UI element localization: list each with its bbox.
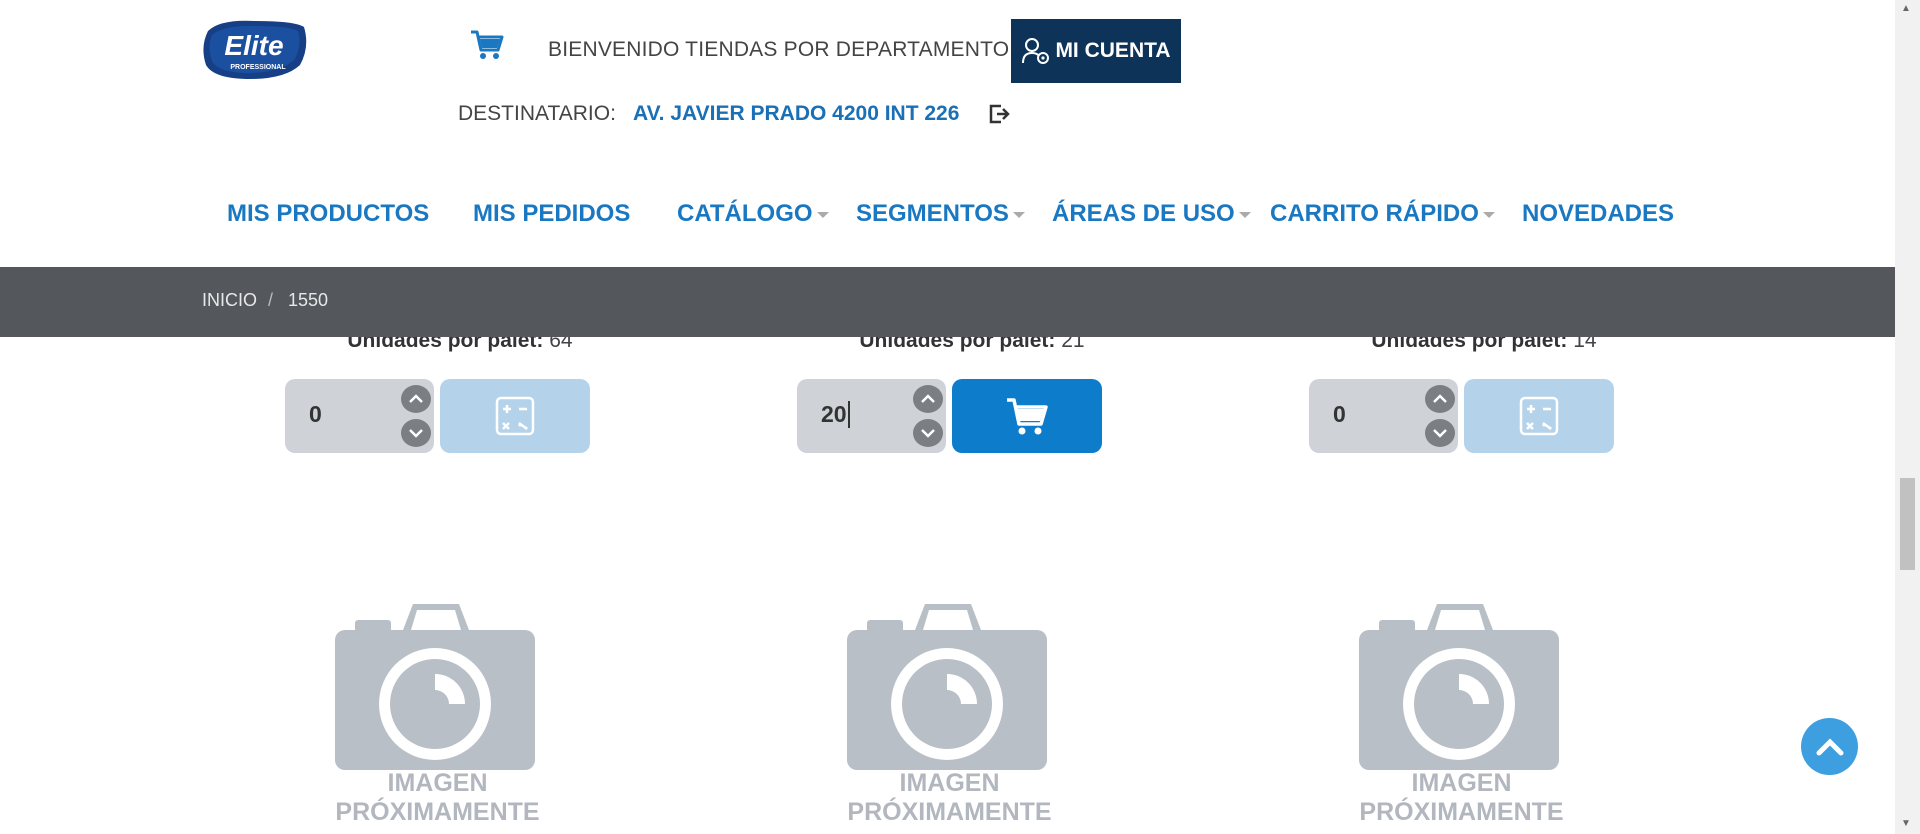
camera-placeholder-icon	[847, 604, 1047, 770]
quantity-input[interactable]: 0	[1333, 401, 1346, 428]
vertical-scrollbar[interactable]: ▲ ▼	[1895, 0, 1920, 834]
nav-label: CARRITO RÁPIDO	[1270, 200, 1479, 227]
scrollbar-thumb[interactable]	[1900, 478, 1915, 570]
my-account-label: MI CUENTA	[1055, 39, 1171, 62]
user-settings-icon	[1022, 38, 1050, 64]
main-navigation: MIS PRODUCTOS MIS PEDIDOS CATÁLOGO SEGME…	[0, 200, 1895, 246]
scroll-down-arrow-icon[interactable]: ▼	[1901, 818, 1911, 829]
camera-placeholder-icon	[335, 604, 535, 770]
chevron-down-icon	[1012, 211, 1025, 218]
pallet-units-text: Unidades por palet: 14	[1224, 337, 1744, 353]
breadcrumb-home[interactable]: INICIO	[202, 290, 257, 311]
image-coming-soon-text: IMAGEN PRÓXIMAMENTE	[285, 769, 590, 827]
nav-label: ÁREAS DE USO	[1052, 200, 1235, 227]
recipient-address-link[interactable]: AV. JAVIER PRADO 4200 INT 226	[633, 102, 959, 126]
product-grid: Unidades por palet: 64 0 IMAGEN PRÓXIMAM…	[0, 337, 1895, 834]
image-coming-soon-line1: IMAGEN	[387, 769, 488, 797]
camera-placeholder-icon	[1359, 604, 1559, 770]
chevron-up-icon[interactable]	[401, 385, 431, 413]
nav-segmentos[interactable]: SEGMENTOS	[856, 200, 1025, 228]
calculator-button[interactable]	[1464, 379, 1614, 453]
pallet-units-text: Unidades por palet: 64	[200, 337, 720, 353]
site-header: Elite PROFESSIONAL BIENVENIDO TIENDAS PO…	[0, 0, 1895, 266]
breadcrumb-separator: /	[268, 290, 274, 310]
svg-text:PROFESSIONAL: PROFESSIONAL	[230, 64, 286, 71]
nav-label: NOVEDADES	[1522, 200, 1675, 227]
nav-label: MIS PRODUCTOS	[227, 200, 430, 227]
nav-novedades[interactable]: NOVEDADES	[1522, 200, 1674, 228]
image-coming-soon-line2: PRÓXIMAMENTE	[335, 798, 540, 826]
nav-catalogo[interactable]: CATÁLOGO	[677, 200, 829, 228]
quantity-stepper[interactable]: 20	[797, 379, 946, 453]
pallet-units-label: Unidades por palet:	[347, 337, 544, 352]
image-coming-soon-line1: IMAGEN	[899, 769, 1000, 797]
nav-mis-productos[interactable]: MIS PRODUCTOS	[227, 200, 429, 228]
nav-label: CATÁLOGO	[677, 200, 813, 227]
chevron-down-icon[interactable]	[913, 419, 943, 447]
logout-icon[interactable]	[988, 103, 1012, 125]
scroll-up-arrow-icon[interactable]: ▲	[1901, 3, 1911, 14]
cart-icon	[1007, 398, 1048, 435]
calculator-button[interactable]	[440, 379, 590, 453]
nav-areas-de-uso[interactable]: ÁREAS DE USO	[1052, 200, 1251, 228]
breadcrumb-current: 1550	[288, 290, 329, 310]
scroll-to-top-button[interactable]	[1801, 718, 1858, 775]
svg-text:Elite: Elite	[224, 30, 283, 61]
nav-label: MIS PEDIDOS	[473, 200, 631, 227]
chevron-up-icon	[1816, 737, 1843, 755]
nav-mis-pedidos[interactable]: MIS PEDIDOS	[473, 200, 630, 228]
nav-carrito-rapido[interactable]: CARRITO RÁPIDO	[1270, 200, 1495, 228]
quantity-stepper[interactable]: 0	[1309, 379, 1458, 453]
chevron-down-icon[interactable]	[1425, 419, 1455, 447]
shopping-cart-icon[interactable]	[470, 28, 504, 62]
chevron-up-icon[interactable]	[1425, 385, 1455, 413]
image-coming-soon-text: IMAGEN PRÓXIMAMENTE	[797, 769, 1102, 827]
breadcrumb: INICIO / 1550	[0, 267, 1895, 337]
image-coming-soon-line1: IMAGEN	[1411, 769, 1512, 797]
quantity-input[interactable]: 0	[309, 401, 322, 428]
image-coming-soon-text: IMAGEN PRÓXIMAMENTE	[1309, 769, 1614, 827]
chevron-down-icon	[816, 211, 829, 218]
elite-professional-logo[interactable]: Elite PROFESSIONAL	[200, 17, 310, 83]
pallet-units-value: 64	[549, 337, 573, 352]
quantity-stepper[interactable]: 0	[285, 379, 434, 453]
pallet-units-label: Unidades por palet:	[859, 337, 1056, 352]
pallet-units-value: 21	[1061, 337, 1085, 352]
pallet-units-text: Unidades por palet: 21	[712, 337, 1232, 353]
calculator-icon	[495, 396, 535, 436]
image-coming-soon-line2: PRÓXIMAMENTE	[847, 798, 1052, 826]
chevron-down-icon	[1238, 211, 1251, 218]
pallet-units-label: Unidades por palet:	[1371, 337, 1568, 352]
calculator-icon	[1519, 396, 1559, 436]
add-to-cart-button[interactable]	[952, 379, 1102, 453]
quantity-input[interactable]: 20	[821, 401, 850, 428]
image-coming-soon-line2: PRÓXIMAMENTE	[1359, 798, 1564, 826]
chevron-down-icon	[1482, 211, 1495, 218]
pallet-units-value: 14	[1573, 337, 1597, 352]
welcome-text: BIENVENIDO TIENDAS POR DEPARTAMENTO	[548, 38, 1010, 61]
chevron-down-icon[interactable]	[401, 419, 431, 447]
chevron-up-icon[interactable]	[913, 385, 943, 413]
nav-label: SEGMENTOS	[856, 200, 1009, 227]
my-account-button[interactable]: MI CUENTA	[1011, 19, 1181, 83]
recipient-label: DESTINATARIO:	[458, 102, 616, 125]
